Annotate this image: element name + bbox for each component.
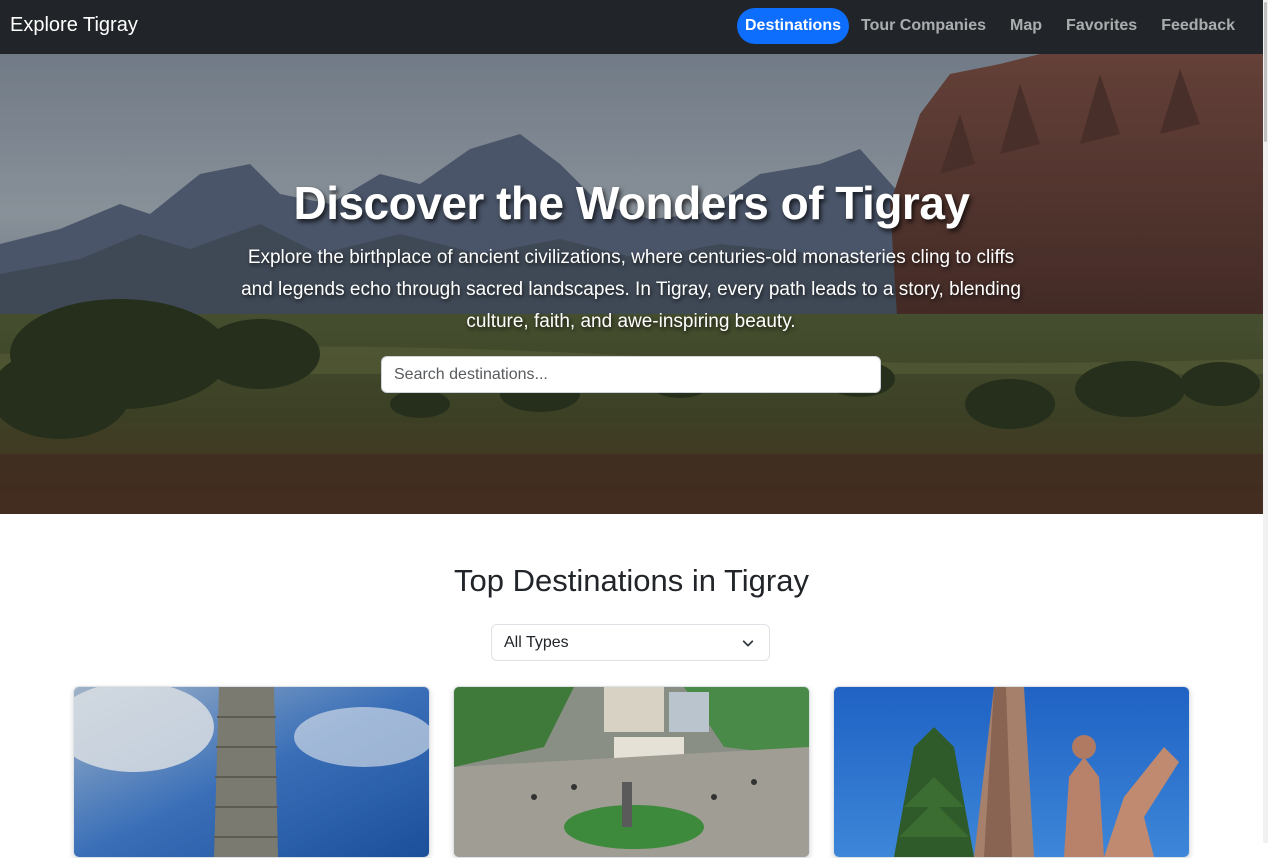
nav-link-feedback[interactable]: Feedback (1149, 8, 1247, 44)
brand-logo[interactable]: Explore Tigray (10, 14, 138, 37)
type-filter-select[interactable]: All Types (491, 624, 770, 661)
hero-section: Discover the Wonders of Tigray Explore t… (0, 54, 1263, 514)
hero-title: Discover the Wonders of Tigray (293, 177, 970, 229)
page-scrollbar[interactable] (1263, 0, 1268, 843)
top-navbar: Explore Tigray Destinations Tour Compani… (0, 0, 1263, 54)
nav-link-map[interactable]: Map (998, 8, 1054, 44)
section-title: Top Destinations in Tigray (454, 563, 809, 598)
destination-card[interactable] (73, 686, 430, 858)
destination-card-image (454, 687, 809, 857)
nav-link-destinations[interactable]: Destinations (736, 8, 849, 44)
destination-card[interactable] (833, 686, 1190, 858)
destination-card-image (834, 687, 1189, 857)
nav-links: Destinations Tour Companies Map Favorite… (736, 8, 1247, 44)
scrollbar-thumb[interactable] (1264, 2, 1267, 142)
destination-card[interactable] (453, 686, 810, 858)
nav-link-favorites[interactable]: Favorites (1054, 8, 1149, 44)
chevron-down-icon (742, 640, 754, 647)
nav-link-tour-companies[interactable]: Tour Companies (849, 8, 998, 44)
type-filter-value: All Types (504, 633, 569, 651)
hero-description: Explore the birthplace of ancient civili… (241, 247, 1021, 332)
search-input[interactable] (381, 356, 881, 393)
destination-card-image (74, 687, 429, 857)
